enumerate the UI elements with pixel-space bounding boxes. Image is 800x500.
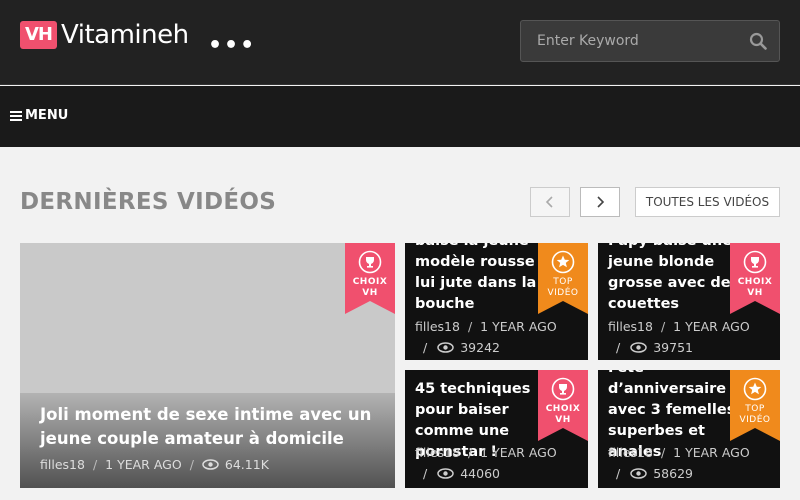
eye-icon: [437, 342, 454, 353]
video-meta: filles18/1 YEAR AGO: [415, 445, 557, 460]
hamburger-icon: [10, 110, 22, 121]
trophy-icon: [358, 250, 382, 274]
menu-bar: MENU: [0, 86, 800, 147]
badge-label: CHOIX VH: [545, 404, 581, 425]
search-input[interactable]: [521, 21, 741, 61]
video-card[interactable]: 45 techniques pour baiser comme une porn…: [405, 370, 588, 488]
badge-choix-vh: CHOIX VH: [538, 370, 588, 441]
video-views: 39242: [460, 340, 500, 355]
star-icon: [551, 250, 575, 274]
video-author[interactable]: filles18: [40, 457, 85, 472]
badge-label: TOP VIDÉO: [739, 404, 771, 425]
video-views: 39751: [653, 340, 693, 355]
section-title: DERNIÈRES VIDÉOS: [20, 189, 277, 215]
all-videos-button[interactable]: TOUTES LES VIDÉOS: [635, 187, 780, 217]
badge-top-video: TOP VIDÉO: [538, 243, 588, 314]
more-dots-icon[interactable]: •••: [208, 33, 256, 58]
search-icon[interactable]: [749, 32, 767, 50]
video-meta: filles18/1 YEAR AGO: [608, 445, 750, 460]
search-box: [520, 20, 780, 62]
video-views: 58629: [653, 466, 693, 481]
video-author[interactable]: filles18: [608, 319, 653, 334]
video-title[interactable]: Joli moment de sexe intime avec un jeune…: [40, 403, 380, 451]
carousel-prev-button[interactable]: [530, 187, 570, 217]
video-meta: filles18 / 1 YEAR AGO / 64.11K: [40, 457, 269, 472]
badge-label: CHOIX VH: [737, 277, 773, 298]
menu-button[interactable]: MENU: [10, 108, 68, 123]
video-views-row: / 39751: [616, 340, 693, 355]
video-views: 64.11K: [224, 457, 269, 472]
menu-label: MENU: [25, 108, 69, 123]
video-age: 1 YEAR AGO: [673, 319, 750, 334]
badge-top-video: TOP VIDÉO: [730, 370, 780, 441]
video-meta: filles18/1 YEAR AGO: [608, 319, 750, 334]
top-header: VH Vitamineh •••: [0, 0, 800, 85]
video-author[interactable]: filles18: [415, 319, 460, 334]
site-logo[interactable]: VH Vitamineh: [20, 20, 189, 50]
video-views: 44060: [460, 466, 500, 481]
video-age: 1 YEAR AGO: [480, 445, 557, 460]
video-card[interactable]: Papy baise une jeune blonde grosse avec …: [598, 243, 780, 360]
carousel-next-button[interactable]: [580, 187, 620, 217]
trophy-icon: [551, 377, 575, 401]
badge-label: TOP VIDÉO: [547, 277, 579, 298]
video-views-row: / 39242: [423, 340, 500, 355]
eye-icon: [437, 468, 454, 479]
logo-mark: VH: [20, 21, 57, 49]
eye-icon: [630, 468, 647, 479]
badge-label: CHOIX VH: [352, 277, 388, 298]
video-card[interactable]: baise la jeune modèle rousse et lui jute…: [405, 243, 588, 360]
video-author[interactable]: filles18: [415, 445, 460, 460]
eye-icon: [202, 459, 219, 470]
chevron-left-icon: [545, 196, 553, 208]
video-meta: filles18/1 YEAR AGO: [415, 319, 557, 334]
video-card-featured[interactable]: Joli moment de sexe intime avec un jeune…: [20, 243, 395, 488]
logo-text: Vitamineh: [61, 20, 189, 50]
trophy-icon: [743, 250, 767, 274]
chevron-right-icon: [597, 196, 605, 208]
video-age: 1 YEAR AGO: [480, 319, 557, 334]
video-age: 1 YEAR AGO: [673, 445, 750, 460]
video-views-row: / 44060: [423, 466, 500, 481]
video-age: 1 YEAR AGO: [105, 457, 182, 472]
star-icon: [743, 377, 767, 401]
video-views-row: / 58629: [616, 466, 693, 481]
eye-icon: [630, 342, 647, 353]
video-author[interactable]: filles18: [608, 445, 653, 460]
badge-choix-vh: CHOIX VH: [730, 243, 780, 314]
badge-choix-vh: CHOIX VH: [345, 243, 395, 314]
video-card[interactable]: Fête d’anniversaire avec 3 femelles supe…: [598, 370, 780, 488]
